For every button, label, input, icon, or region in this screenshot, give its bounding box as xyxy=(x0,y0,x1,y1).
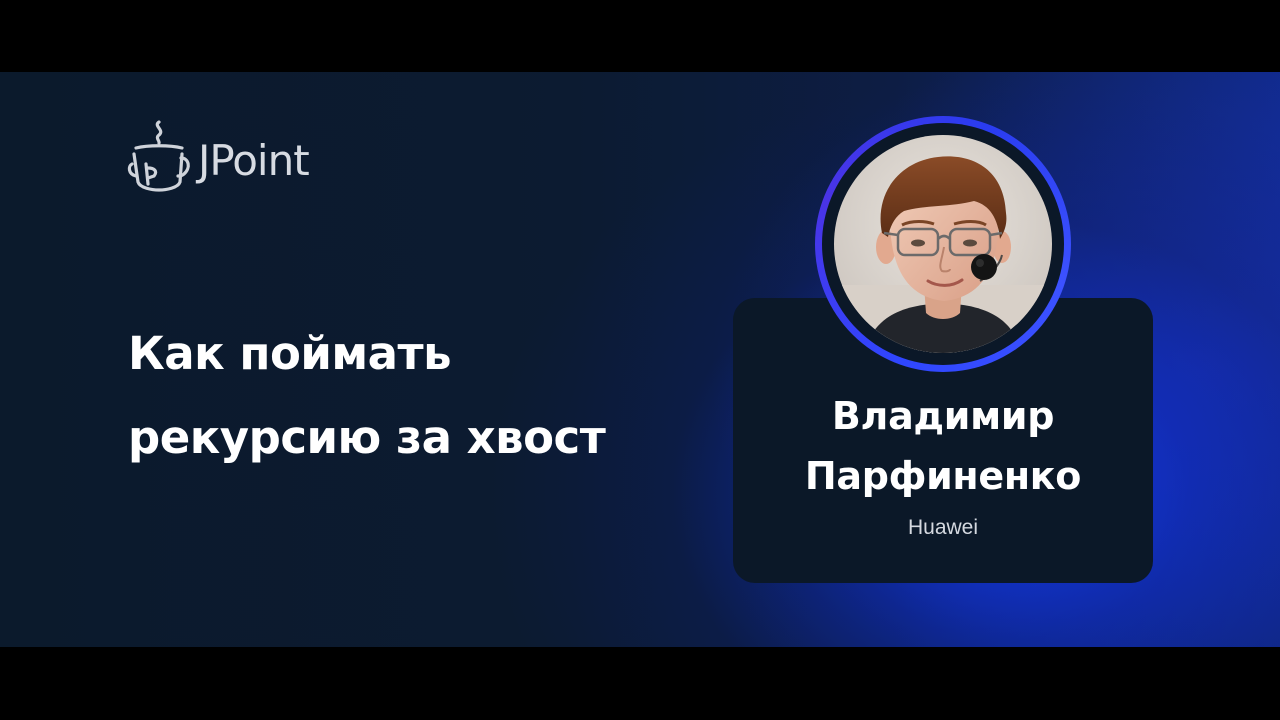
talk-title-line-2: рекурсию за хвост xyxy=(128,411,606,464)
speaker-photo xyxy=(834,135,1052,353)
event-logo: JPoint xyxy=(126,118,310,194)
talk-title: Как поймать рекурсию за хвост xyxy=(128,312,748,480)
event-logo-text: JPoint xyxy=(198,135,310,185)
talk-title-line-1: Как поймать xyxy=(128,327,452,380)
speaker-last-name: Парфиненко xyxy=(804,454,1082,498)
letterbox-bottom xyxy=(0,647,1280,720)
speaker-avatar-ring xyxy=(815,116,1071,372)
speaker-name: Владимир Парфиненко xyxy=(733,386,1153,506)
coffee-cup-icon xyxy=(127,120,190,192)
speaker-first-name: Владимир xyxy=(831,394,1055,438)
title-slide: JPoint Как поймать рекурсию за хвост Вла… xyxy=(0,72,1280,647)
speaker-avatar xyxy=(834,135,1052,353)
speaker-company: Huawei xyxy=(907,516,979,539)
letterbox-top xyxy=(0,0,1280,72)
